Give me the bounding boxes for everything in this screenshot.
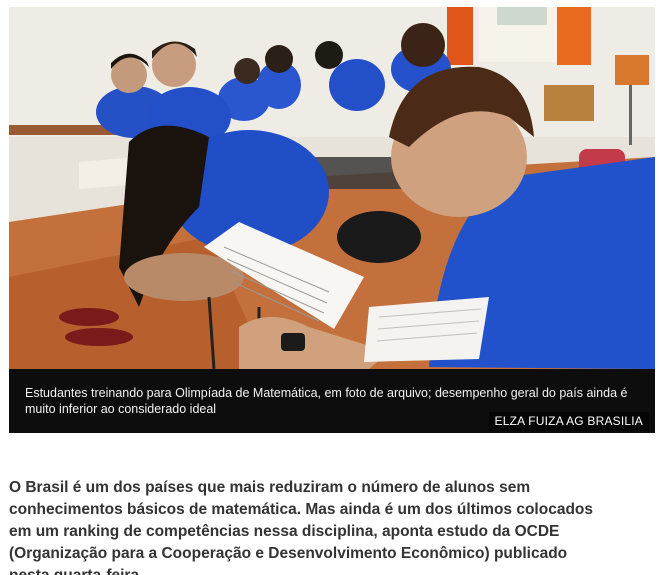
article-page: ELZA FUIZA AG BRASILIA Estudantes treina… — [0, 0, 660, 575]
photo-figure: ELZA FUIZA AG BRASILIA Estudantes treina… — [9, 7, 655, 433]
photo-caption: Estudantes treinando para Olimpíada de M… — [25, 386, 628, 416]
classroom-photo — [9, 7, 655, 369]
article-lead-paragraph: O Brasil é um dos países que mais reduzi… — [9, 478, 594, 575]
